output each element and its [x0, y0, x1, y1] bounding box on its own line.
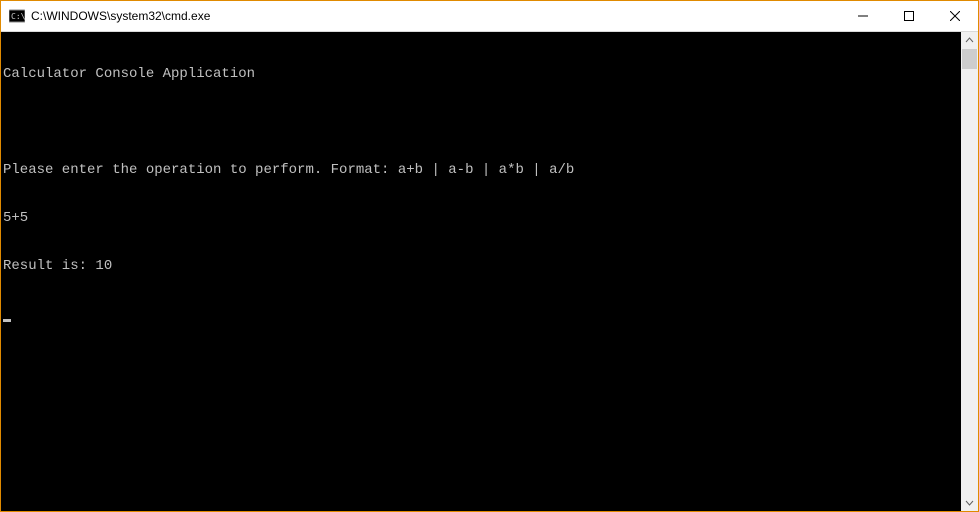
scroll-track[interactable] — [961, 49, 978, 494]
close-button[interactable] — [932, 1, 978, 31]
titlebar[interactable]: C:\ C:\WINDOWS\system32\cmd.exe — [1, 1, 978, 32]
console-cursor-line — [3, 306, 959, 325]
cmd-window: C:\ C:\WINDOWS\system32\cmd.exe Calculat… — [0, 0, 979, 512]
scroll-down-arrow-icon[interactable] — [961, 494, 978, 511]
cmd-icon: C:\ — [9, 8, 25, 24]
vertical-scrollbar[interactable] — [961, 32, 978, 511]
console-line: Result is: 10 — [3, 258, 959, 274]
console-line — [3, 114, 959, 130]
window-title: C:\WINDOWS\system32\cmd.exe — [31, 9, 210, 23]
console-line: Please enter the operation to perform. F… — [3, 162, 959, 178]
scroll-up-arrow-icon[interactable] — [961, 32, 978, 49]
client-area: Calculator Console Application Please en… — [1, 32, 978, 511]
console-line: Calculator Console Application — [3, 66, 959, 82]
minimize-button[interactable] — [840, 1, 886, 31]
text-cursor — [3, 319, 11, 322]
console-output[interactable]: Calculator Console Application Please en… — [1, 32, 961, 511]
console-line: 5+5 — [3, 210, 959, 226]
scroll-thumb[interactable] — [962, 49, 977, 69]
maximize-button[interactable] — [886, 1, 932, 31]
svg-text:C:\: C:\ — [11, 12, 25, 21]
